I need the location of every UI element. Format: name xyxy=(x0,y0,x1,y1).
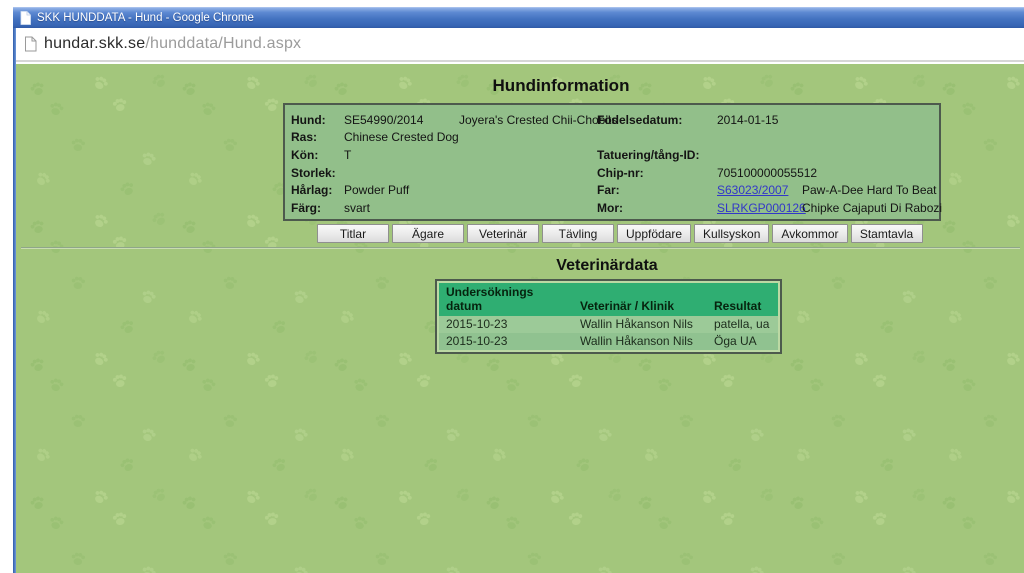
field-label: Hund: xyxy=(291,113,344,127)
info-row-tatuering: Tatuering/tång-ID: xyxy=(597,146,937,164)
vet-section-title: Veterinärdata xyxy=(407,257,807,275)
nav-button-row: Titlar Ägare Veterinär Tävling Uppfödare… xyxy=(317,224,923,243)
url-host: hundar.skk.se xyxy=(44,35,145,52)
vet-cell-resultat: Öga UA xyxy=(707,333,778,350)
dog-regnr: SE54990/2014 xyxy=(344,113,459,127)
nav-button-agare[interactable]: Ägare xyxy=(392,224,464,243)
info-row-chipnr: Chip-nr: 705100000055512 xyxy=(597,164,937,182)
page-document-icon xyxy=(20,11,31,25)
dog-info-right-column: Födelsedatum: 2014-01-15 Tatuering/tång-… xyxy=(597,111,937,217)
info-row-storlek: Storlek: xyxy=(291,164,591,182)
field-value: 705100000055512 xyxy=(717,166,817,180)
info-row-fodelsedatum: Födelsedatum: 2014-01-15 xyxy=(597,111,937,129)
nav-button-kullsyskon[interactable]: Kullsyskon xyxy=(694,224,769,243)
field-value: Chinese Crested Dog xyxy=(344,130,459,144)
far-name: Paw-A-Dee Hard To Beat xyxy=(802,183,937,197)
nav-button-avkommor[interactable]: Avkommor xyxy=(772,224,847,243)
field-label: Far: xyxy=(597,183,717,197)
mor-name: Chipke Cajaputi Di Rabozi xyxy=(802,201,942,215)
mor-regnr-link[interactable]: SLRKGP000126 xyxy=(717,201,806,215)
field-value: svart xyxy=(344,201,370,215)
vet-header-row: Undersöknings datum Veterinär / Klinik R… xyxy=(439,283,778,316)
field-label: Storlek: xyxy=(291,166,344,180)
dog-info-table: Hund: SE54990/2014 Joyera's Crested Chii… xyxy=(283,103,941,221)
field-label: Färg: xyxy=(291,201,344,215)
url-path: /hunddata/Hund.aspx xyxy=(145,35,301,52)
info-row-empty xyxy=(597,129,937,147)
horizontal-divider xyxy=(21,247,1020,249)
vet-cell-klinik: Wallin Håkanson Nils xyxy=(573,333,707,350)
field-label: Födelsedatum: xyxy=(597,113,717,127)
vet-header-klinik: Veterinär / Klinik xyxy=(573,283,707,316)
nav-button-stamtavla[interactable]: Stamtavla xyxy=(851,224,923,243)
vet-header-datum: Undersöknings datum xyxy=(439,283,573,316)
vet-cell-klinik: Wallin Håkanson Nils xyxy=(573,316,707,333)
info-row-harlag: Hårlag: Powder Puff xyxy=(291,181,591,199)
vet-cell-resultat: patella, ua xyxy=(707,316,778,333)
nav-button-veterinar[interactable]: Veterinär xyxy=(467,224,539,243)
vet-table-row: 2015-10-23 Wallin Håkanson Nils Öga UA xyxy=(439,333,778,350)
field-label: Tatuering/tång-ID: xyxy=(597,148,717,162)
info-row-mor: Mor: SLRKGP000126 Chipke Cajaputi Di Rab… xyxy=(597,199,937,217)
field-label: Hårlag: xyxy=(291,183,344,197)
field-value: 2014-01-15 xyxy=(717,113,778,127)
field-label: Kön: xyxy=(291,148,344,162)
info-row-far: Far: S63023/2007 Paw-A-Dee Hard To Beat xyxy=(597,181,937,199)
vet-cell-datum: 2015-10-23 xyxy=(439,333,573,350)
vet-data-table: Undersöknings datum Veterinär / Klinik R… xyxy=(435,279,782,354)
document-icon xyxy=(24,36,37,52)
far-regnr-link[interactable]: S63023/2007 xyxy=(717,183,788,197)
page-content: Hundinformation Hund: SE54990/2014 Joyer… xyxy=(16,64,1024,573)
field-value: Powder Puff xyxy=(344,183,409,197)
vet-cell-datum: 2015-10-23 xyxy=(439,316,573,333)
field-label: Ras: xyxy=(291,130,344,144)
nav-button-tavling[interactable]: Tävling xyxy=(542,224,614,243)
nav-button-titlar[interactable]: Titlar xyxy=(317,224,389,243)
page-title: Hundinformation xyxy=(161,76,961,96)
url-input[interactable]: hundar.skk.se/hunddata/Hund.aspx xyxy=(44,35,301,53)
info-row-farg: Färg: svart xyxy=(291,199,591,217)
dog-name: Joyera's Crested Chii-Chobits xyxy=(459,113,617,127)
field-value: T xyxy=(344,148,351,162)
field-label: Mor: xyxy=(597,201,717,215)
window-titlebar[interactable]: SKK HUNDDATA - Hund - Google Chrome xyxy=(13,7,1024,28)
window-title: SKK HUNDDATA - Hund - Google Chrome xyxy=(37,12,254,24)
field-label: Chip-nr: xyxy=(597,166,717,180)
urlbar[interactable]: hundar.skk.se/hunddata/Hund.aspx xyxy=(16,28,1024,62)
info-row-hund: Hund: SE54990/2014 Joyera's Crested Chii… xyxy=(291,111,591,129)
dog-info-left-column: Hund: SE54990/2014 Joyera's Crested Chii… xyxy=(291,111,591,217)
info-row-kon: Kön: T xyxy=(291,146,591,164)
nav-button-uppfodare[interactable]: Uppfödare xyxy=(617,224,691,243)
info-row-ras: Ras: Chinese Crested Dog xyxy=(291,129,591,147)
vet-table-row: 2015-10-23 Wallin Håkanson Nils patella,… xyxy=(439,316,778,333)
vet-header-resultat: Resultat xyxy=(707,283,778,316)
